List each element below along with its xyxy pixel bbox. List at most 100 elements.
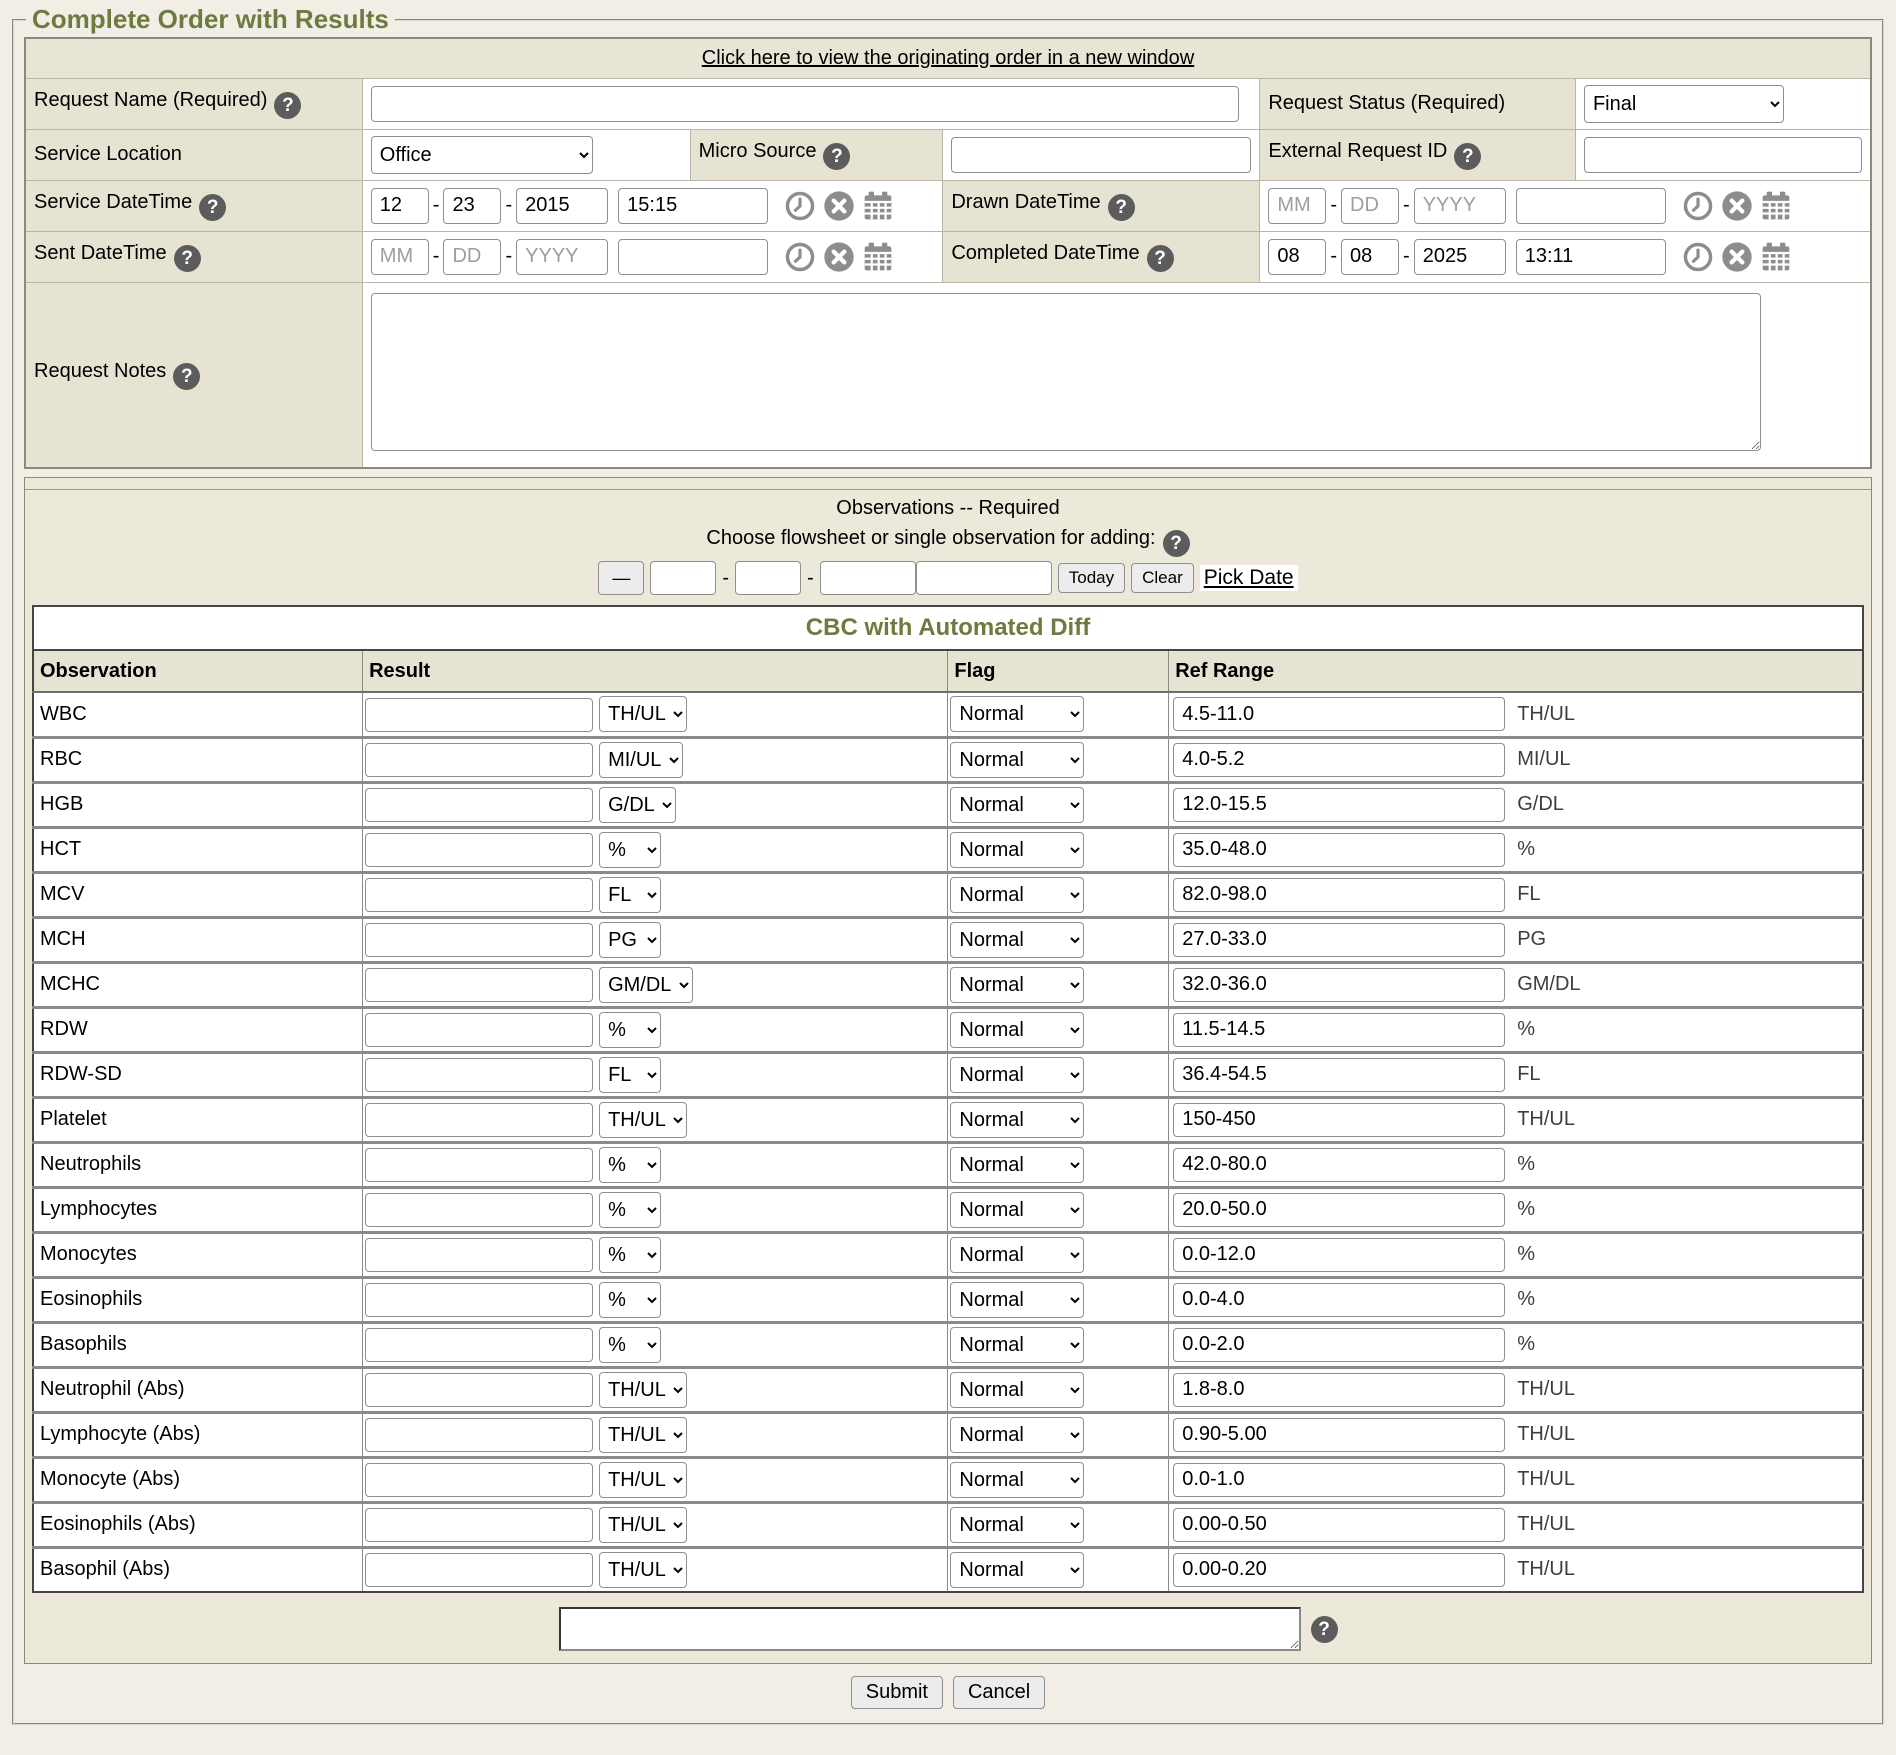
cancel-button[interactable]: Cancel: [953, 1676, 1045, 1709]
result-input[interactable]: [365, 1148, 593, 1182]
result-input[interactable]: [365, 833, 593, 867]
drawn-day-input[interactable]: [1341, 188, 1399, 224]
ref-range-input[interactable]: [1173, 1013, 1505, 1047]
result-input[interactable]: [365, 1283, 593, 1317]
result-unit-select[interactable]: TH/UL: [599, 1507, 687, 1543]
result-input[interactable]: [365, 1058, 593, 1092]
flag-select[interactable]: Normal: [950, 787, 1084, 823]
completed-day-input[interactable]: [1341, 239, 1399, 275]
flag-select[interactable]: Normal: [950, 742, 1084, 778]
drawn-month-input[interactable]: [1268, 188, 1326, 224]
result-input[interactable]: [365, 968, 593, 1002]
result-input[interactable]: [365, 878, 593, 912]
ref-range-input[interactable]: [1173, 1328, 1505, 1362]
result-unit-select[interactable]: TH/UL: [599, 1462, 687, 1498]
help-icon[interactable]: ?: [1147, 245, 1174, 272]
result-input[interactable]: [365, 1373, 593, 1407]
flag-select[interactable]: Normal: [950, 922, 1084, 958]
service-year-input[interactable]: [516, 188, 608, 224]
completed-month-input[interactable]: [1268, 239, 1326, 275]
today-button[interactable]: Today: [1058, 563, 1125, 593]
observation-note-input[interactable]: [559, 1607, 1301, 1651]
flag-select[interactable]: Normal: [950, 1012, 1084, 1048]
result-unit-select[interactable]: %: [599, 1282, 661, 1318]
help-icon[interactable]: ?: [199, 194, 226, 221]
flag-select[interactable]: Normal: [950, 832, 1084, 868]
sent-month-input[interactable]: [371, 239, 429, 275]
flag-select[interactable]: Normal: [950, 1057, 1084, 1093]
flag-select[interactable]: Normal: [950, 877, 1084, 913]
result-input[interactable]: [365, 1013, 593, 1047]
chooser-year-input[interactable]: [820, 561, 916, 595]
result-unit-select[interactable]: %: [599, 1327, 661, 1363]
result-unit-select[interactable]: FL: [599, 1057, 661, 1093]
result-unit-select[interactable]: PG: [599, 922, 661, 958]
result-input[interactable]: [365, 1193, 593, 1227]
chooser-time-input[interactable]: [916, 561, 1052, 595]
request-notes-textarea[interactable]: [371, 293, 1761, 451]
flag-select[interactable]: Normal: [950, 1237, 1084, 1273]
sent-time-input[interactable]: [618, 239, 768, 275]
clear-button[interactable]: Clear: [1131, 563, 1194, 593]
result-unit-select[interactable]: %: [599, 1192, 661, 1228]
ref-range-input[interactable]: [1173, 1103, 1505, 1137]
clear-datetime-icon[interactable]: [823, 241, 855, 273]
time-picker-icon[interactable]: [1682, 190, 1714, 222]
calendar-icon[interactable]: [862, 241, 894, 273]
ref-range-input[interactable]: [1173, 697, 1505, 731]
result-unit-select[interactable]: TH/UL: [599, 696, 687, 732]
result-unit-select[interactable]: %: [599, 1012, 661, 1048]
view-originating-order-link[interactable]: Click here to view the originating order…: [702, 47, 1194, 69]
help-icon[interactable]: ?: [1163, 530, 1190, 557]
request-name-input[interactable]: [371, 86, 1239, 122]
result-input[interactable]: [365, 923, 593, 957]
ref-range-input[interactable]: [1173, 1283, 1505, 1317]
ref-range-input[interactable]: [1173, 1418, 1505, 1452]
result-input[interactable]: [365, 1103, 593, 1137]
flag-select[interactable]: Normal: [950, 1327, 1084, 1363]
help-icon[interactable]: ?: [174, 245, 201, 272]
help-icon[interactable]: ?: [1454, 143, 1481, 170]
request-status-select[interactable]: Final: [1584, 85, 1784, 123]
service-month-input[interactable]: [371, 188, 429, 224]
clear-datetime-icon[interactable]: [1721, 241, 1753, 273]
flag-select[interactable]: Normal: [950, 696, 1084, 732]
sent-year-input[interactable]: [516, 239, 608, 275]
calendar-icon[interactable]: [1760, 241, 1792, 273]
ref-range-input[interactable]: [1173, 743, 1505, 777]
calendar-icon[interactable]: [862, 190, 894, 222]
flag-select[interactable]: Normal: [950, 1102, 1084, 1138]
result-input[interactable]: [365, 1553, 593, 1587]
ref-range-input[interactable]: [1173, 1058, 1505, 1092]
clear-datetime-icon[interactable]: [823, 190, 855, 222]
clear-datetime-icon[interactable]: [1721, 190, 1753, 222]
service-location-select[interactable]: Office: [371, 136, 593, 174]
flag-select[interactable]: Normal: [950, 1507, 1084, 1543]
time-picker-icon[interactable]: [1682, 241, 1714, 273]
result-unit-select[interactable]: GM/DL: [599, 967, 693, 1003]
drawn-time-input[interactable]: [1516, 188, 1666, 224]
ref-range-input[interactable]: [1173, 1238, 1505, 1272]
ref-range-input[interactable]: [1173, 788, 1505, 822]
result-unit-select[interactable]: TH/UL: [599, 1372, 687, 1408]
result-input[interactable]: [365, 743, 593, 777]
result-input[interactable]: [365, 1418, 593, 1452]
flag-select[interactable]: Normal: [950, 1552, 1084, 1588]
result-input[interactable]: [365, 698, 593, 732]
collapse-button[interactable]: —: [598, 561, 644, 595]
flag-select[interactable]: Normal: [950, 1417, 1084, 1453]
flag-select[interactable]: Normal: [950, 1282, 1084, 1318]
ref-range-input[interactable]: [1173, 1148, 1505, 1182]
result-unit-select[interactable]: FL: [599, 877, 661, 913]
completed-time-input[interactable]: [1516, 239, 1666, 275]
time-picker-icon[interactable]: [784, 190, 816, 222]
result-unit-select[interactable]: MI/UL: [599, 742, 683, 778]
result-unit-select[interactable]: TH/UL: [599, 1102, 687, 1138]
ref-range-input[interactable]: [1173, 1463, 1505, 1497]
ref-range-input[interactable]: [1173, 923, 1505, 957]
result-input[interactable]: [365, 1463, 593, 1497]
service-day-input[interactable]: [443, 188, 501, 224]
result-unit-select[interactable]: TH/UL: [599, 1417, 687, 1453]
submit-button[interactable]: Submit: [851, 1676, 943, 1709]
result-input[interactable]: [365, 1508, 593, 1542]
